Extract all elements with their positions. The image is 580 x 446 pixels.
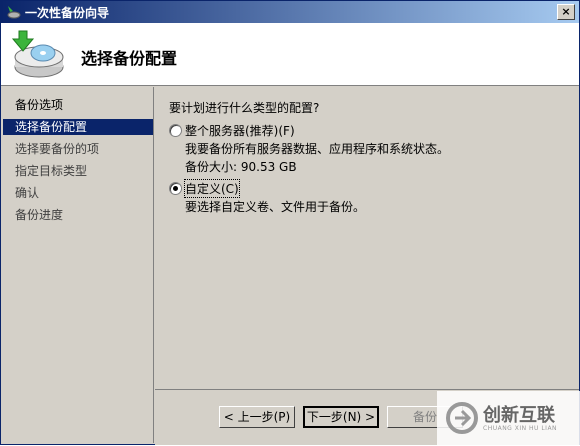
sidebar-item-select-items: 选择要备份的项 [15,142,100,156]
sidebar-item-backup-options: 备份选项 [15,98,64,112]
backup-size-text: 备份大小: 90.53 GB [185,160,297,174]
wizard-header: 选择备份配置 [1,23,579,86]
wizard-window: 一次性备份向导 × 选择备份配置 备份选项 选择备份配置 选择要备份的项 指定目… [0,0,580,446]
config-question: 要计划进行什么类型的配置? [169,101,320,115]
watermark: 创新互联 CHUANG XIN HU LIAN [437,391,580,446]
custom-description: 要选择自定义卷、文件用于备份。 [185,200,366,214]
sidebar-item-confirm: 确认 [15,186,40,200]
full-server-label[interactable]: 整个服务器(推荐)(F) [185,122,295,139]
previous-button[interactable]: < 上一步(P) [219,406,295,428]
sidebar-item-destination-type: 指定目标类型 [15,164,88,178]
window-title: 一次性备份向导 [25,6,110,20]
title-bar[interactable]: 一次性备份向导 × [1,1,579,23]
custom-label[interactable]: 自定义(C) [184,179,240,198]
watermark-logo-icon [446,402,478,434]
wizard-content: 要计划进行什么类型的配置? 整个服务器(推荐)(F) 我要备份所有服务器数据、应… [155,87,579,389]
full-server-description: 我要备份所有服务器数据、应用程序和系统状态。 [185,142,450,156]
watermark-text: 创新互联 [483,405,555,426]
sidebar-item-select-config: 选择备份配置 [3,119,153,135]
watermark-subtext: CHUANG XIN HU LIAN [483,425,558,432]
custom-radio[interactable] [169,182,182,195]
sidebar-item-progress: 备份进度 [15,208,64,222]
page-title: 选择备份配置 [81,49,178,68]
backup-app-icon [7,6,21,19]
wizard-steps-sidebar: 备份选项 选择备份配置 选择要备份的项 指定目标类型 确认 备份进度 [1,87,154,443]
next-button[interactable]: 下一步(N) > [303,406,379,428]
close-button[interactable]: × [557,4,575,20]
backup-drive-icon [11,30,64,78]
full-server-radio[interactable] [169,124,182,137]
